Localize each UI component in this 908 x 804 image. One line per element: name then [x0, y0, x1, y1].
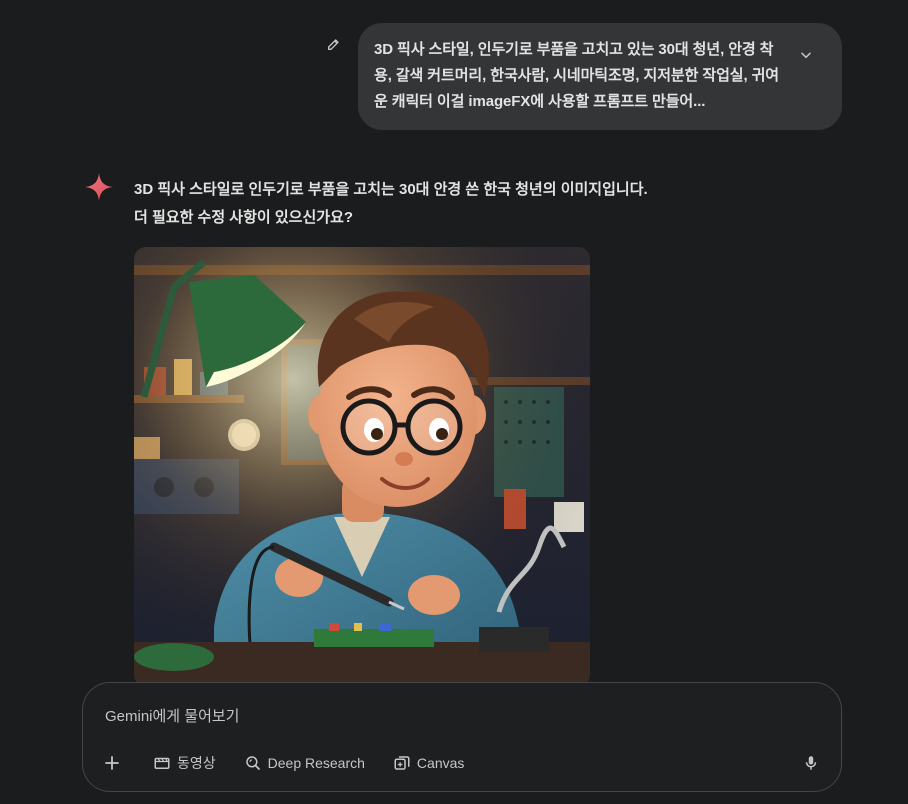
edit-prompt-button[interactable]	[322, 32, 346, 56]
pencil-icon	[328, 39, 339, 50]
canvas-tool-button[interactable]: Canvas	[385, 749, 472, 777]
video-tool-label: 동영상	[177, 755, 216, 771]
deep-research-tool-button[interactable]: Deep Research	[236, 749, 373, 777]
composer-toolbar: 동영상 Deep Research Canvas	[97, 749, 484, 777]
gemini-spark-icon	[85, 173, 113, 201]
microphone-icon	[805, 756, 817, 770]
video-icon	[154, 757, 170, 769]
deep-research-icon	[245, 756, 260, 770]
chevron-down-icon	[801, 52, 811, 59]
user-message-bubble: 3D 픽사 스타일, 인두기로 부품을 고치고 있는 30대 청년, 안경 착용…	[358, 23, 842, 130]
prompt-input[interactable]	[103, 703, 787, 729]
generated-image-illustration	[134, 247, 590, 687]
canvas-icon	[394, 756, 410, 770]
assistant-reply-line-2: 더 필요한 수정 사항이 있으신가요?	[134, 209, 354, 226]
prompt-composer: 동영상 Deep Research Canvas	[82, 682, 842, 792]
plus-icon	[105, 756, 119, 770]
assistant-reply: 3D 픽사 스타일로 인두기로 부품을 고치는 30대 안경 쓴 한국 청년의 …	[134, 176, 754, 232]
video-tool-button[interactable]: 동영상	[145, 749, 224, 777]
assistant-reply-line-1: 3D 픽사 스타일로 인두기로 부품을 고치는 30대 안경 쓴 한국 청년의 …	[134, 181, 648, 198]
user-message-text: 3D 픽사 스타일, 인두기로 부품을 고치고 있는 30대 청년, 안경 착용…	[374, 41, 780, 110]
add-attachment-button[interactable]	[97, 749, 127, 777]
generated-image[interactable]	[134, 247, 590, 687]
canvas-tool-label: Canvas	[416, 755, 465, 771]
microphone-button[interactable]	[797, 749, 825, 777]
deep-research-tool-label: Deep Research	[267, 755, 365, 771]
expand-message-button[interactable]	[794, 43, 818, 67]
